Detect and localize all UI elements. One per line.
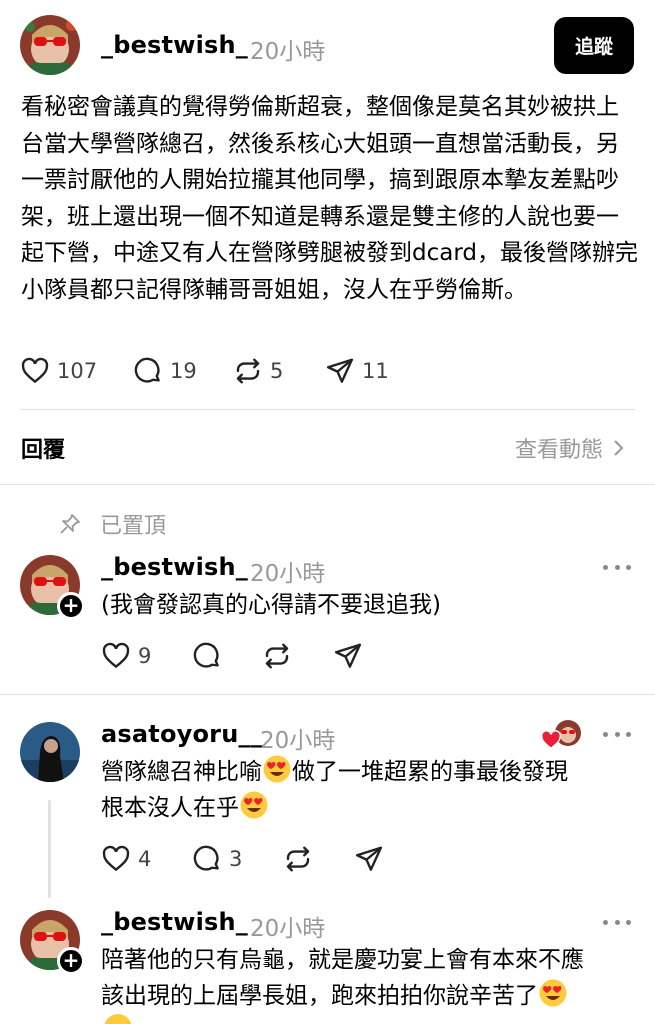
comment-button[interactable]: 3 bbox=[192, 844, 242, 874]
heart-eyes-emoji-icon bbox=[263, 755, 291, 783]
follow-button[interactable]: 追蹤 bbox=[554, 17, 634, 74]
more-options-icon[interactable] bbox=[603, 917, 631, 927]
author-avatar[interactable] bbox=[20, 15, 80, 75]
thread-line bbox=[48, 800, 51, 898]
heart-icon bbox=[102, 642, 130, 669]
more-options-icon[interactable] bbox=[603, 562, 631, 572]
like-count: 107 bbox=[57, 359, 98, 383]
repost-button[interactable] bbox=[262, 641, 292, 671]
repost-icon bbox=[236, 358, 260, 384]
divider bbox=[0, 694, 655, 695]
comment-time: 20小時 bbox=[250, 916, 326, 942]
repost-count: 5 bbox=[270, 359, 284, 383]
partial-emoji-icon bbox=[104, 1014, 132, 1024]
like-count: 9 bbox=[138, 644, 152, 668]
like-button[interactable]: 107 bbox=[20, 356, 97, 386]
like-count: 4 bbox=[138, 847, 152, 871]
repost-button[interactable] bbox=[283, 844, 313, 874]
follow-plus-icon[interactable]: + bbox=[57, 947, 85, 975]
repost-button[interactable]: 5 bbox=[233, 356, 283, 386]
comment-text: 陪著他的只有烏龜，就是慶功宴上會有本來不應 該出現的上屆學長姐，跑來拍拍你說辛苦… bbox=[101, 942, 584, 1014]
comment-text-part: 根本沒人在乎 bbox=[101, 795, 239, 821]
repost-icon bbox=[265, 643, 289, 669]
comment-bubble-icon bbox=[193, 642, 219, 668]
commenter-username[interactable]: _bestwish_ bbox=[101, 908, 248, 936]
comment-bubble-icon bbox=[134, 357, 160, 383]
post-time: 20小時 bbox=[250, 39, 326, 65]
author-liked-indicator bbox=[540, 718, 586, 750]
commenter-username[interactable]: asatoyoru__ bbox=[101, 720, 263, 748]
comment-button[interactable] bbox=[192, 641, 222, 671]
repost-icon bbox=[286, 846, 310, 872]
comment-text: 營隊總召神比喻 做了一堆超累的事最後發現 根本沒人在乎 bbox=[101, 754, 568, 826]
comment-text-part: 陪著他的只有烏龜，就是慶功宴上會有本來不應 bbox=[101, 947, 584, 973]
comment-bubble-icon bbox=[193, 845, 219, 871]
author-username[interactable]: _bestwish_ bbox=[101, 31, 248, 59]
share-button[interactable] bbox=[333, 641, 363, 671]
like-button[interactable]: 9 bbox=[101, 641, 151, 671]
send-icon bbox=[355, 846, 383, 871]
replies-label: 回覆 bbox=[21, 438, 66, 463]
comment-time: 20小時 bbox=[250, 561, 326, 587]
heart-eyes-emoji-icon bbox=[539, 979, 567, 1007]
comment-text-part: 營隊總召神比喻 bbox=[101, 759, 262, 785]
send-icon bbox=[326, 358, 354, 383]
heart-eyes-emoji-icon bbox=[240, 791, 268, 819]
pinned-label: 已置頂 bbox=[100, 514, 167, 539]
share-count: 11 bbox=[362, 359, 389, 383]
send-icon bbox=[334, 643, 362, 668]
comment-text-part: 做了一堆超累的事最後發現 bbox=[292, 759, 568, 785]
divider bbox=[0, 484, 655, 485]
comment-count: 19 bbox=[170, 359, 197, 383]
comment-button[interactable]: 19 bbox=[133, 356, 197, 386]
comment-time: 20小時 bbox=[260, 728, 336, 754]
post-text: 看秘密會議真的覺得勞倫斯超衰，整個像是莫名其妙被拱上台當大學營隊總召，然後系核心… bbox=[21, 94, 638, 303]
follow-plus-icon[interactable]: + bbox=[57, 592, 85, 620]
pinned-indicator: 已置頂 bbox=[58, 508, 166, 540]
comment-text: (我會發認真的心得請不要退追我) bbox=[101, 592, 441, 618]
heart-icon bbox=[102, 845, 130, 872]
comment-count: 3 bbox=[229, 847, 243, 871]
heart-filled-icon bbox=[541, 730, 561, 750]
view-activity-link[interactable]: 查看動態 bbox=[515, 432, 625, 464]
chevron-right-icon bbox=[614, 440, 624, 456]
share-button[interactable]: 11 bbox=[325, 356, 389, 386]
pin-icon bbox=[60, 514, 80, 534]
comment-text-part: 該出現的上屆學長姐，跑來拍拍你說辛苦了 bbox=[101, 983, 538, 1009]
divider bbox=[20, 409, 635, 410]
commenter-avatar[interactable] bbox=[20, 722, 80, 782]
heart-icon bbox=[21, 357, 49, 384]
more-options-icon[interactable] bbox=[603, 729, 631, 739]
share-button[interactable] bbox=[354, 844, 384, 874]
view-activity-label: 查看動態 bbox=[514, 438, 603, 463]
commenter-username[interactable]: _bestwish_ bbox=[101, 553, 248, 581]
like-button[interactable]: 4 bbox=[101, 844, 151, 874]
